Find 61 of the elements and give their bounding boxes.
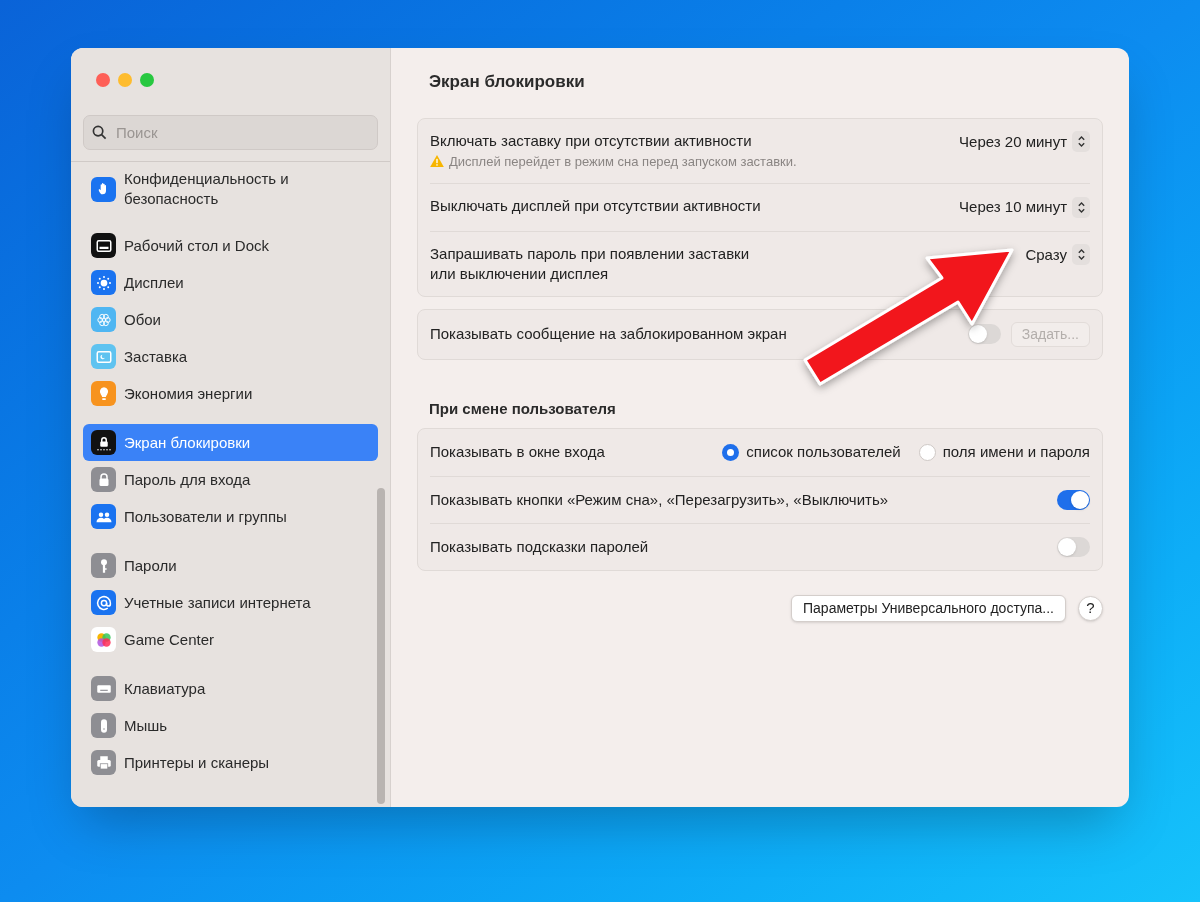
mouse-icon	[91, 713, 116, 738]
toggle-switch[interactable]	[1057, 490, 1090, 510]
scrollbar[interactable]	[377, 488, 385, 804]
sidebar-item[interactable]: Дисплеи	[83, 264, 378, 301]
minimize-button[interactable]	[118, 73, 132, 87]
sidebar-item[interactable]: Рабочий стол и Dock	[83, 227, 378, 264]
sidebar-item[interactable]: Конфиденциальность и безопасность	[83, 163, 378, 215]
setting-label: Выключать дисплей при отсутствии активности	[430, 196, 761, 216]
flower-icon	[91, 307, 116, 332]
key-icon	[91, 553, 116, 578]
sidebar-item[interactable]: Обои	[83, 301, 378, 338]
sidebar-item[interactable]: Экономия энергии	[83, 375, 378, 412]
popup-button[interactable]: Через 10 минут	[959, 196, 1090, 219]
sidebar-item[interactable]: Пароли	[83, 547, 378, 584]
setting-label: Показывать в окне входа	[430, 442, 605, 463]
popup-button[interactable]: Через 20 минут	[959, 130, 1090, 153]
page-title: Экран блокировки	[429, 71, 586, 93]
sidebar-item[interactable]: Клавиатура	[83, 670, 378, 707]
toggle-switch[interactable]	[1057, 537, 1090, 557]
sidebar-item[interactable]: Мышь	[83, 707, 378, 744]
sun-icon	[91, 270, 116, 295]
sidebar-item[interactable]: Пароль для входа	[83, 461, 378, 498]
sidebar-item[interactable]: Пользователи и группы	[83, 498, 378, 535]
sidebar-item[interactable]: Учетные записи интернета	[83, 584, 378, 621]
lightbulb-icon	[91, 381, 116, 406]
setting-label: Показывать подсказки паролей	[430, 536, 649, 557]
close-button[interactable]	[96, 73, 110, 87]
setting-label: Показывать сообщение на заблокированном экран	[430, 323, 787, 344]
dock-icon	[91, 233, 116, 258]
sidebar-item[interactable]: Заставка	[83, 338, 378, 375]
stepper-icon	[1072, 244, 1090, 266]
radio-label: поля имени и пароля	[942, 442, 1090, 463]
setting-label: Запрашивать пароль при появлении заставки или выключении дисплея	[430, 243, 750, 284]
sidebar-item[interactable]: Принтеры и сканеры	[83, 744, 378, 781]
section-title: При смене пользователя	[429, 398, 617, 419]
stepper-icon	[1072, 131, 1090, 153]
sidebar-item[interactable]: Экран блокировки	[83, 424, 378, 461]
toggle-switch[interactable]	[967, 324, 1001, 344]
colored-bubbles-icon	[91, 627, 116, 652]
setting-note: Дисплей перейдет в режим сна перед запуском заставки.	[449, 152, 797, 171]
at-sign-icon	[91, 590, 116, 615]
lock-icon	[91, 467, 116, 492]
setting-label: Показывать кнопки «Режим сна», «Перезагрузить», «Выключить»	[430, 489, 889, 510]
users-icon	[91, 504, 116, 529]
screensaver-icon	[91, 344, 116, 369]
setting-label: Включать заставку при отсутствии активности	[430, 130, 753, 151]
popup-button[interactable]: Сразу	[1025, 243, 1090, 266]
keyboard-icon	[91, 676, 116, 701]
hand-icon	[91, 176, 116, 202]
search-field[interactable]: Поиск	[83, 115, 378, 150]
radio-label: список пользователей	[746, 442, 901, 463]
sidebar-item[interactable]: Game Center	[83, 621, 378, 658]
zoom-button[interactable]	[140, 73, 154, 87]
printer-icon	[91, 750, 116, 775]
stepper-icon	[1072, 196, 1090, 218]
radio-button[interactable]	[918, 444, 936, 461]
accessibility-settings-button[interactable]: Параметры Универсального доступа...	[791, 595, 1066, 622]
lock-screen-icon	[91, 430, 116, 455]
help-button[interactable]: ?	[1078, 596, 1103, 621]
radio-button[interactable]	[722, 444, 740, 461]
warning-icon	[430, 155, 444, 168]
